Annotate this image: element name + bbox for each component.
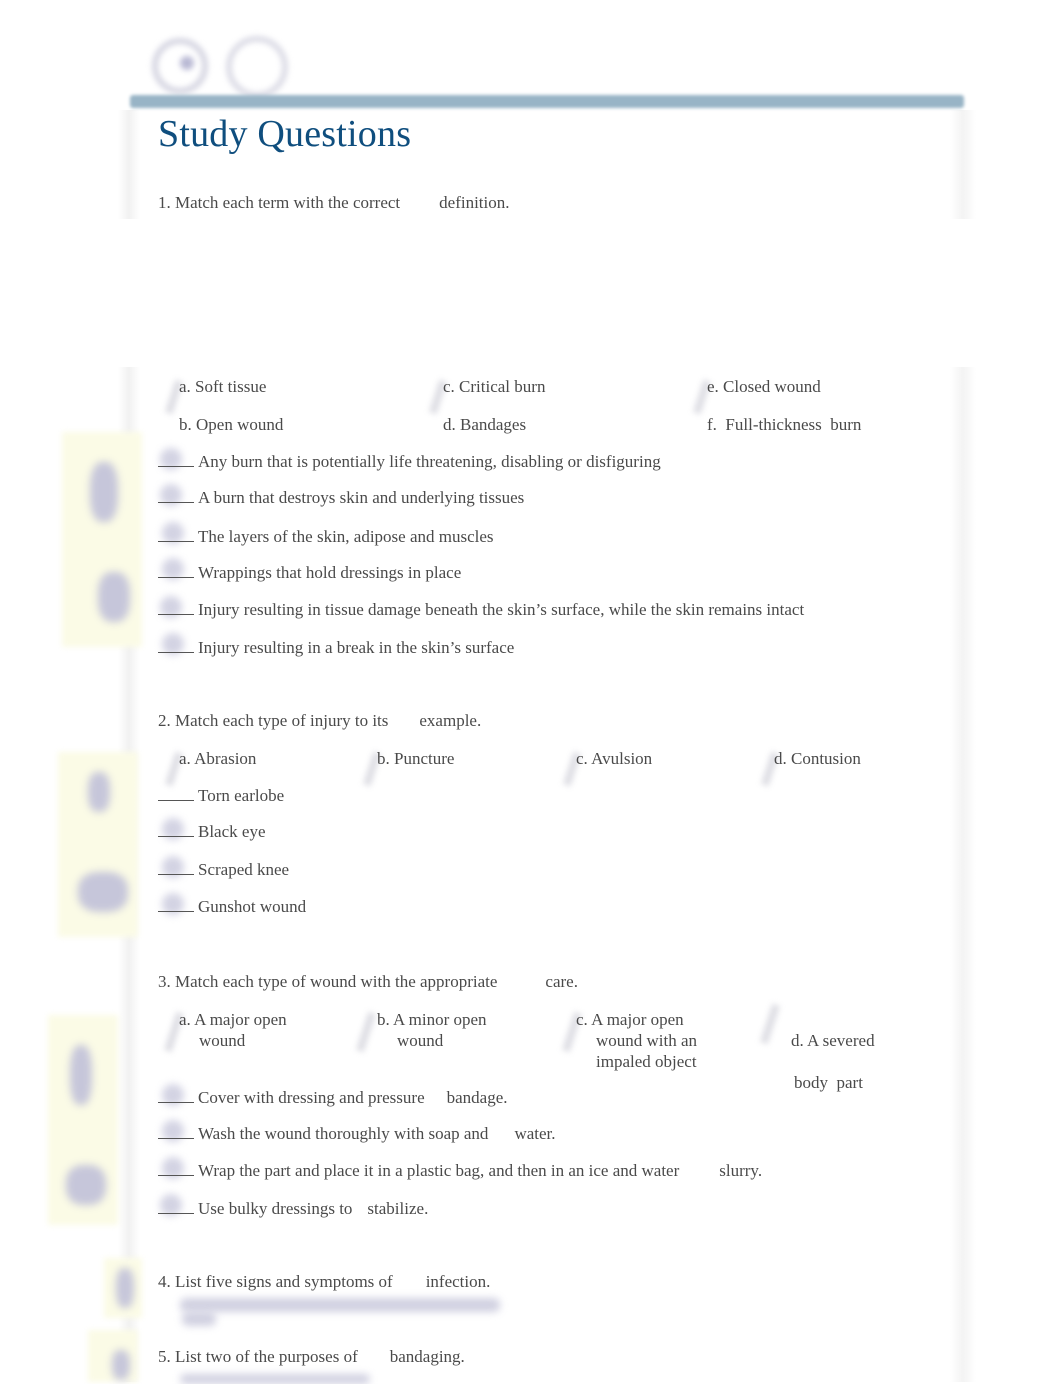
answer-blank[interactable] — [158, 600, 194, 615]
document-page: Study Questions 1. Match each term with … — [0, 0, 1062, 1384]
q1-option-f: f. Full-thickness burn — [707, 415, 862, 434]
q1-option-b: b. Open wound — [179, 415, 284, 434]
answer-blank[interactable] — [158, 638, 194, 653]
q1-item: The layers of the skin, adipose and musc… — [158, 527, 494, 547]
prompt-text-end: definition. — [439, 193, 510, 212]
logo-icon — [150, 34, 290, 98]
q3-item: Wash the wound thoroughly with soap and w… — [158, 1124, 556, 1144]
q2-option-a: a. Abrasion — [179, 749, 257, 768]
q1-item: A burn that destroys skin and underlying… — [158, 488, 524, 508]
sidebar-illustration-2 — [58, 752, 138, 937]
question-3-prompt: 3. Match each type of wound with the app… — [158, 972, 578, 991]
sidebar-illustration-1 — [62, 432, 142, 647]
q2-option-b: b. Puncture — [377, 749, 455, 768]
answer-blank[interactable] — [158, 488, 194, 503]
answer-blank[interactable] — [158, 527, 194, 542]
sidebar-illustration-5 — [88, 1330, 138, 1382]
header-bar — [130, 95, 964, 108]
q2-item: Black eye — [158, 822, 266, 842]
q3-item: Use bulky dressings to stabilize. — [158, 1199, 428, 1219]
answer-blank[interactable] — [158, 1161, 194, 1176]
q3-option-b: b. A minor open wound — [377, 1010, 487, 1050]
question-5-prompt: 5. List two of the purposes of bandaging. — [158, 1347, 465, 1366]
answer-blank[interactable] — [158, 1088, 194, 1103]
answer-blank[interactable] — [158, 1124, 194, 1139]
q1-item: Injury resulting in tissue damage beneat… — [158, 600, 804, 620]
prompt-text: 1. Match each term with the correct — [158, 193, 401, 212]
answer-blank[interactable] — [158, 1199, 194, 1214]
q3-option-d: d. A severed body part — [791, 1031, 875, 1092]
q3-item: Cover with dressing and pressure bandage. — [158, 1088, 508, 1108]
answer-blank[interactable] — [158, 822, 194, 837]
q2-option-d: d. Contusion — [774, 749, 861, 768]
q2-option-c: c. Avulsion — [576, 749, 653, 768]
answer-blank[interactable] — [158, 563, 194, 578]
q1-option-a: a. Soft tissue — [179, 377, 267, 396]
q3-option-c: c. A major open wound with an impaled ob… — [576, 1010, 698, 1071]
question-4-prompt: 4. List five signs and symptoms of infect… — [158, 1272, 491, 1291]
q2-item: Gunshot wound — [158, 897, 306, 917]
q4-answer-blurred — [180, 1298, 500, 1312]
q5-answer-blurred — [180, 1374, 370, 1384]
q1-option-c: c. Critical burn — [443, 377, 546, 396]
pen-mark — [356, 1011, 376, 1053]
q2-item: Torn earlobe — [158, 786, 284, 806]
question-1-prompt: 1. Match each term with the correct defin… — [158, 193, 510, 213]
sidebar-illustration-4 — [104, 1258, 142, 1318]
q3-option-a: a. A major open wound — [179, 1010, 287, 1050]
answer-blank[interactable] — [158, 897, 194, 912]
page-title: Study Questions — [158, 113, 412, 155]
sidebar-illustration-3 — [48, 1015, 118, 1225]
blank-gap — [0, 219, 1062, 367]
q1-item: Wrappings that hold dressings in place — [158, 563, 461, 583]
question-2-prompt: 2. Match each type of injury to its examp… — [158, 711, 482, 730]
answer-blank[interactable] — [158, 786, 194, 801]
q3-item: Wrap the part and place it in a plastic … — [158, 1161, 762, 1181]
answer-blank[interactable] — [158, 452, 194, 467]
q2-item: Scraped knee — [158, 860, 289, 880]
q1-option-e: e. Closed wound — [707, 377, 821, 396]
q4-answer-blurred — [182, 1312, 216, 1326]
q1-option-d: d. Bandages — [443, 415, 527, 434]
answer-blank[interactable] — [158, 860, 194, 875]
q1-item: Any burn that is potentially life threat… — [158, 452, 661, 472]
q1-item: Injury resulting in a break in the skin’… — [158, 638, 514, 658]
